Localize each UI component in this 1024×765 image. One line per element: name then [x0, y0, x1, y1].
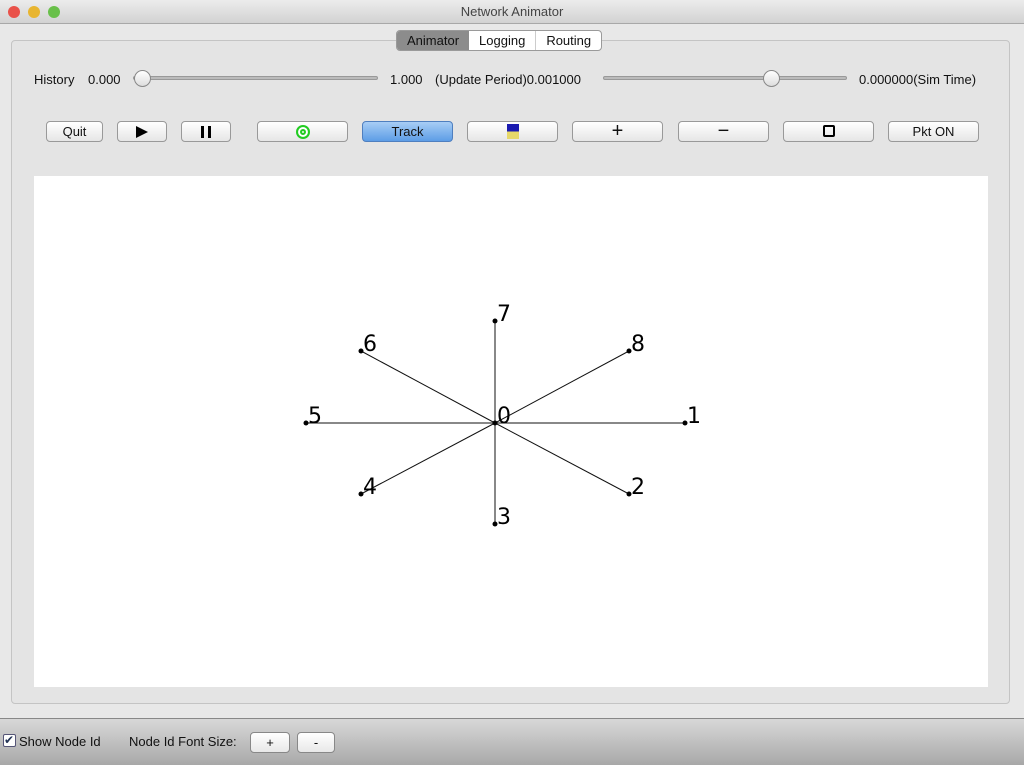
network-canvas[interactable]: 0 1 2 3 4 5 6 7 8	[34, 176, 988, 687]
pause-button[interactable]	[181, 121, 231, 142]
title-bar: Network Animator	[0, 0, 1024, 24]
square-icon	[822, 125, 835, 137]
bottom-bar: ✔ Show Node Id Node Id Font Size: + -	[0, 718, 1024, 765]
show-node-id-checkbox[interactable]: ✔	[3, 734, 16, 747]
tab-bar: Animator Logging Routing	[396, 30, 603, 51]
camera-icon	[506, 124, 519, 139]
quit-button[interactable]: Quit	[46, 121, 103, 142]
close-button[interactable]	[8, 6, 20, 18]
history-max: 1.000	[390, 72, 423, 87]
update-period-slider[interactable]	[603, 70, 847, 87]
history-slider[interactable]	[133, 70, 378, 87]
node-label-5: 5	[308, 404, 322, 429]
font-size-decrease-button[interactable]: -	[297, 732, 335, 753]
node-label-3: 3	[497, 505, 511, 530]
show-node-id-label: Show Node Id	[19, 734, 101, 749]
tab-logging[interactable]: Logging	[469, 31, 535, 50]
node-label-6: 6	[363, 332, 377, 357]
tab-routing[interactable]: Routing	[535, 31, 601, 50]
tab-animator[interactable]: Animator	[397, 31, 470, 50]
link-0-8	[494, 350, 630, 424]
history-slider-knob[interactable]	[134, 70, 151, 87]
stop-button[interactable]	[783, 121, 874, 142]
node-label-1: 1	[687, 404, 701, 429]
node-label-4: 4	[363, 475, 377, 500]
window-title: Network Animator	[460, 4, 564, 19]
pause-icon	[201, 126, 211, 138]
play-button[interactable]	[117, 121, 167, 142]
network-graph: 0 1 2 3 4 5 6 7 8	[303, 302, 701, 530]
concentric-circles-icon	[295, 125, 310, 139]
ring-button[interactable]	[257, 121, 348, 142]
history-min: 0.000	[88, 72, 121, 87]
track-button[interactable]: Track	[362, 121, 453, 142]
update-period-label: (Update Period)0.001000	[435, 72, 581, 87]
minimize-button[interactable]	[28, 6, 40, 18]
node-label-8: 8	[631, 332, 645, 357]
node-label-2: 2	[631, 475, 645, 500]
camera-button[interactable]	[467, 121, 558, 142]
zoom-out-button[interactable]: −	[678, 121, 769, 142]
zoom-button[interactable]	[48, 6, 60, 18]
zoom-in-button[interactable]: +	[572, 121, 663, 142]
packet-toggle-button[interactable]: Pkt ON	[888, 121, 979, 142]
play-icon	[136, 126, 148, 138]
update-period-slider-knob[interactable]	[762, 70, 780, 87]
link-0-4	[360, 422, 496, 495]
history-label: History	[34, 72, 75, 87]
font-size-label: Node Id Font Size:	[129, 734, 237, 749]
font-size-increase-button[interactable]: +	[250, 732, 290, 753]
link-0-6	[360, 350, 496, 424]
node-label-7: 7	[497, 302, 511, 327]
sim-time: 0.000000(Sim Time)	[859, 72, 977, 87]
link-0-2	[494, 422, 630, 495]
node-label-0: 0	[497, 404, 511, 429]
